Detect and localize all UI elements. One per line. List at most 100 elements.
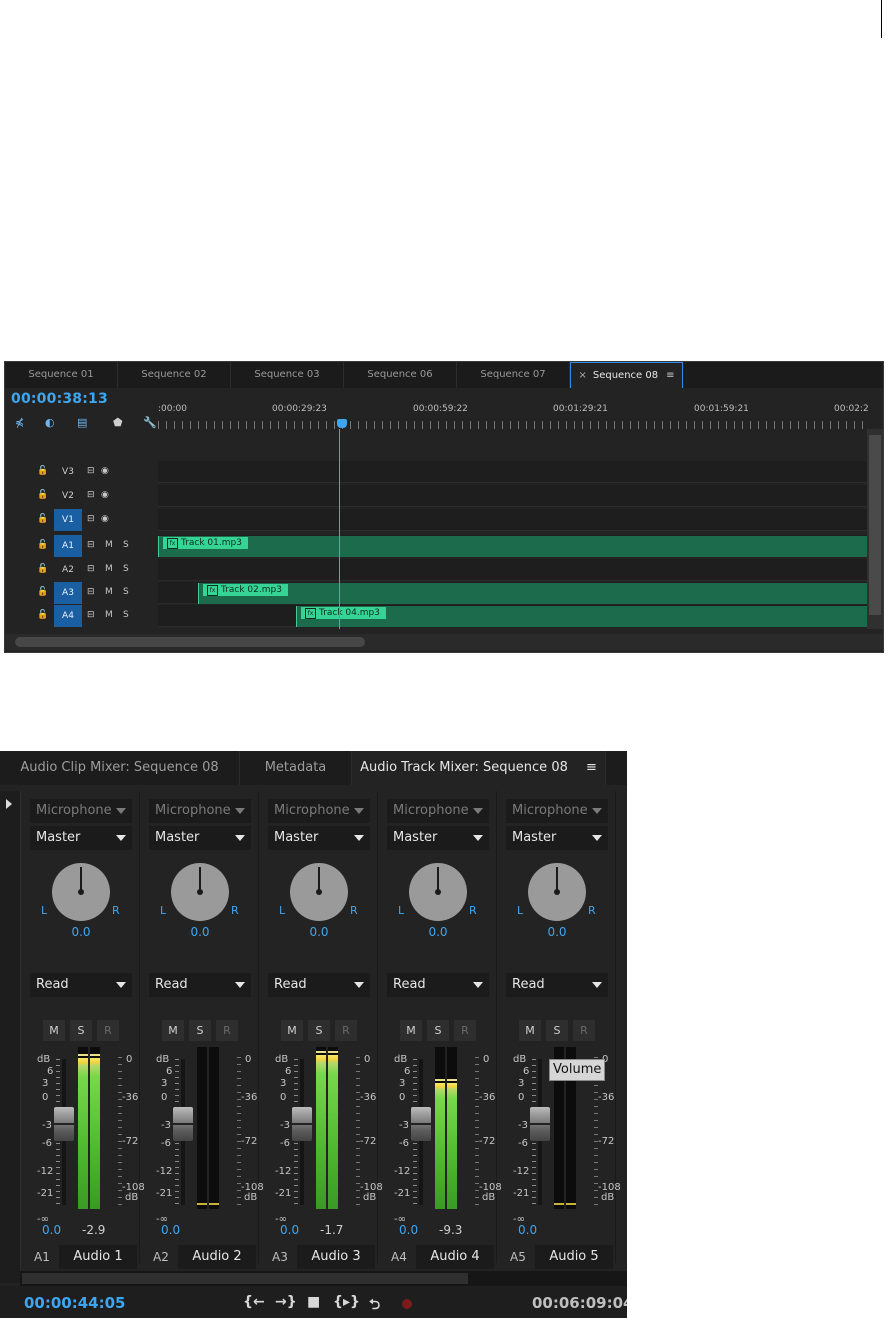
lock-icon[interactable]: 🔓 — [37, 540, 48, 550]
wrench-icon[interactable]: 🔧 — [143, 416, 157, 429]
track-target-a1[interactable]: A1 — [54, 535, 82, 557]
volume-value[interactable]: 0.0 — [161, 1223, 180, 1237]
tab-sequence-01[interactable]: Sequence 01 — [5, 362, 118, 388]
lock-icon[interactable]: 🔓 — [37, 587, 48, 597]
mute-button[interactable]: M — [105, 587, 113, 597]
channel-name-field[interactable]: Audio 3 — [297, 1245, 375, 1269]
track-lane[interactable]: fx Track 04.mp3 — [158, 605, 867, 627]
lock-icon[interactable]: 🔓 — [37, 564, 48, 574]
mixer-horizontal-scrollbar[interactable] — [20, 1271, 627, 1286]
eye-icon[interactable]: ◉ — [101, 490, 109, 500]
current-timecode[interactable]: 00:00:44:05 — [24, 1294, 126, 1312]
scroll-thumb[interactable] — [869, 435, 881, 615]
go-to-in-icon[interactable]: {← — [243, 1294, 265, 1310]
track-target-v1[interactable]: V1 — [54, 509, 82, 531]
input-select[interactable]: Microphone — [30, 799, 132, 823]
audio-clip[interactable]: fx Track 04.mp3 — [296, 606, 867, 627]
output-select[interactable]: Master — [149, 826, 251, 850]
record-enable-button[interactable]: R — [335, 1020, 357, 1041]
automation-mode-select[interactable]: Read — [387, 973, 489, 997]
solo-button[interactable]: S — [123, 564, 129, 574]
solo-button[interactable]: S — [546, 1020, 568, 1041]
pan-knob[interactable] — [528, 863, 586, 921]
track-lane[interactable]: fx Track 02.mp3 — [158, 582, 867, 604]
automation-mode-select[interactable]: Read — [30, 973, 132, 997]
track-target-a4[interactable]: A4 — [54, 605, 82, 627]
volume-fader-handle[interactable] — [530, 1107, 550, 1141]
playhead-handle[interactable] — [337, 419, 347, 428]
solo-button[interactable]: S — [123, 540, 129, 550]
tab-sequence-03[interactable]: Sequence 03 — [231, 362, 344, 388]
mute-button[interactable]: M — [43, 1020, 65, 1041]
vertical-scrollbar[interactable] — [867, 429, 883, 629]
lock-icon[interactable]: 🔓 — [37, 610, 48, 620]
tab-audio-track-mixer[interactable]: Audio Track Mixer: Sequence 08 ≡ — [352, 751, 606, 785]
solo-button[interactable]: S — [123, 610, 129, 620]
scroll-thumb[interactable] — [15, 637, 365, 647]
solo-button[interactable]: S — [427, 1020, 449, 1041]
input-select[interactable]: Microphone — [268, 799, 370, 823]
eye-icon[interactable]: ◉ — [101, 466, 109, 476]
pan-knob[interactable] — [290, 863, 348, 921]
input-select[interactable]: Microphone — [149, 799, 251, 823]
volume-fader-handle[interactable] — [173, 1107, 193, 1141]
audio-clip[interactable]: fx Track 01.mp3 — [158, 536, 867, 557]
record-enable-button[interactable]: R — [573, 1020, 595, 1041]
volume-value[interactable]: 0.0 — [42, 1223, 61, 1237]
pan-value[interactable]: 0.0 — [22, 925, 140, 939]
mute-button[interactable]: M — [281, 1020, 303, 1041]
volume-fader-handle[interactable] — [411, 1107, 431, 1141]
track-lane[interactable] — [158, 559, 867, 581]
loop-icon[interactable]: ⮌ — [369, 1294, 380, 1318]
pan-knob[interactable] — [52, 863, 110, 921]
output-select[interactable]: Master — [268, 826, 370, 850]
channel-name-field[interactable]: Audio 5 — [535, 1245, 613, 1269]
mute-button[interactable]: M — [400, 1020, 422, 1041]
tab-metadata[interactable]: Metadata — [240, 751, 352, 785]
channel-name-field[interactable]: Audio 2 — [178, 1245, 256, 1269]
time-ruler[interactable]: :00:00 00:00:29:23 00:00:59:22 00:01:29:… — [158, 389, 869, 429]
track-lane[interactable] — [158, 461, 867, 483]
lock-icon[interactable]: 🔓 — [37, 466, 48, 476]
snap-icon[interactable]: ⋠ — [15, 416, 24, 429]
mute-button[interactable]: M — [105, 610, 113, 620]
tab-audio-clip-mixer[interactable]: Audio Clip Mixer: Sequence 08 — [0, 751, 240, 785]
lock-icon[interactable]: 🔓 — [37, 514, 48, 524]
track-target-a2[interactable]: A2 — [54, 559, 82, 581]
tab-sequence-08[interactable]: × Sequence 08 ≡ — [570, 362, 683, 388]
mute-button[interactable]: M — [105, 540, 113, 550]
sync-lock-icon[interactable]: ⊟ — [87, 540, 95, 550]
output-select[interactable]: Master — [506, 826, 608, 850]
volume-value[interactable]: 0.0 — [280, 1223, 299, 1237]
expand-triangle-icon[interactable] — [6, 799, 12, 809]
track-target-v2[interactable]: V2 — [54, 485, 82, 507]
scroll-thumb[interactable] — [22, 1273, 468, 1284]
track-lane[interactable]: fx Track 01.mp3 — [158, 535, 867, 557]
go-to-out-icon[interactable]: →} — [275, 1294, 297, 1310]
pan-knob[interactable] — [171, 863, 229, 921]
solo-button[interactable]: S — [123, 587, 129, 597]
automation-mode-select[interactable]: Read — [149, 973, 251, 997]
record-icon[interactable] — [402, 1299, 412, 1309]
sync-lock-icon[interactable]: ⊟ — [87, 490, 95, 500]
output-select[interactable]: Master — [387, 826, 489, 850]
add-marker-icon[interactable]: ▤ — [77, 416, 87, 429]
sync-lock-icon[interactable]: ⊟ — [87, 564, 95, 574]
pan-value[interactable]: 0.0 — [260, 925, 378, 939]
horizontal-scrollbar[interactable] — [5, 634, 883, 650]
close-icon[interactable]: × — [578, 370, 586, 381]
mute-button[interactable]: M — [519, 1020, 541, 1041]
record-enable-button[interactable]: R — [454, 1020, 476, 1041]
pan-value[interactable]: 0.0 — [498, 925, 616, 939]
play-in-to-out-icon[interactable]: {▸} — [333, 1294, 360, 1310]
automation-mode-select[interactable]: Read — [506, 973, 608, 997]
record-enable-button[interactable]: R — [216, 1020, 238, 1041]
eye-icon[interactable]: ◉ — [101, 514, 109, 524]
track-lane[interactable] — [158, 485, 867, 507]
channel-name-field[interactable]: Audio 4 — [416, 1245, 494, 1269]
lock-icon[interactable]: 🔓 — [37, 490, 48, 500]
solo-button[interactable]: S — [70, 1020, 92, 1041]
output-select[interactable]: Master — [30, 826, 132, 850]
track-lane[interactable] — [158, 509, 867, 531]
sync-lock-icon[interactable]: ⊟ — [87, 610, 95, 620]
